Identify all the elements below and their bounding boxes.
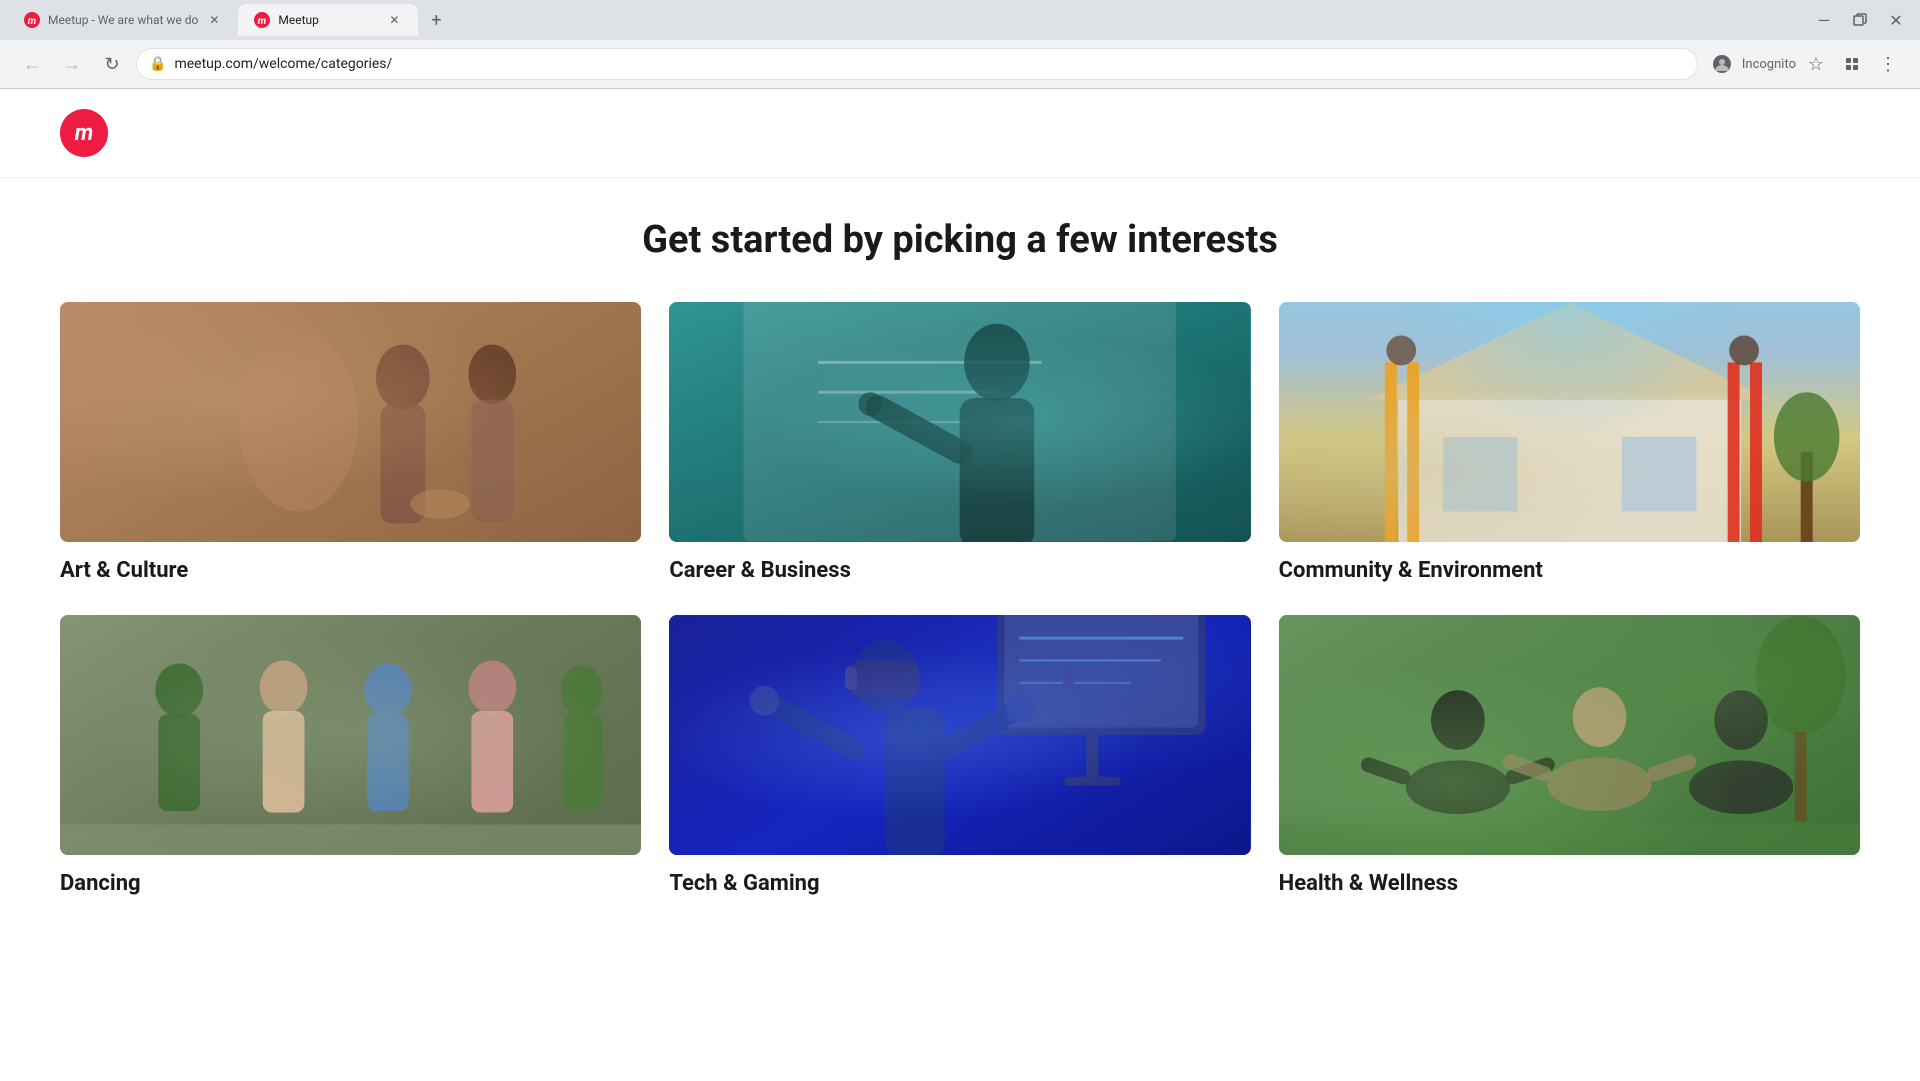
category-card-community-environment[interactable]: Community & Environment: [1279, 302, 1860, 587]
browser-chrome: m Meetup - We are what we do ✕ m Meetup …: [0, 0, 1920, 89]
health-wellness-image-bg: [1279, 615, 1860, 855]
category-label-career-business: Career & Business: [669, 554, 1250, 587]
menu-icon: ⋮: [1879, 54, 1897, 75]
back-icon: ←: [23, 54, 41, 75]
category-image-art-culture: [60, 302, 641, 542]
refresh-button[interactable]: ↻: [96, 48, 128, 80]
dancing-image-bg: [60, 615, 641, 855]
new-tab-button[interactable]: +: [422, 6, 450, 34]
forward-icon: →: [63, 54, 81, 75]
url-text: meetup.com/welcome/categories/: [174, 56, 1684, 72]
address-bar[interactable]: 🔒 meetup.com/welcome/categories/: [136, 48, 1698, 80]
tab-close-1[interactable]: ✕: [206, 12, 222, 28]
main-content: Get started by picking a few interests: [0, 178, 1920, 930]
category-label-dancing: Dancing: [60, 867, 641, 900]
site-header: m: [0, 89, 1920, 178]
restore-button[interactable]: [1844, 4, 1876, 36]
category-image-tech-gaming: [669, 615, 1250, 855]
page-heading: Get started by picking a few interests: [60, 218, 1860, 262]
category-image-dancing: [60, 615, 641, 855]
incognito-profile-button[interactable]: [1706, 48, 1738, 80]
category-label-community-environment: Community & Environment: [1279, 554, 1860, 587]
extensions-button[interactable]: [1836, 48, 1868, 80]
nav-bar: ← → ↻ 🔒 meetup.com/welcome/categories/ I…: [0, 40, 1920, 88]
page-content: m Get started by picking a few interests: [0, 89, 1920, 1081]
community-environment-image-bg: [1279, 302, 1860, 542]
close-button[interactable]: ✕: [1880, 4, 1912, 36]
category-label-art-culture: Art & Culture: [60, 554, 641, 587]
category-card-art-culture[interactable]: Art & Culture: [60, 302, 641, 587]
art-culture-image-bg: [60, 302, 641, 542]
tab-close-2[interactable]: ✕: [386, 12, 402, 28]
category-image-career-business: [669, 302, 1250, 542]
bookmark-button[interactable]: ☆: [1800, 48, 1832, 80]
tab-meetup-1[interactable]: m Meetup - We are what we do ✕: [8, 4, 238, 36]
category-card-tech-gaming[interactable]: Tech & Gaming: [669, 615, 1250, 900]
tech-gaming-image-bg: [669, 615, 1250, 855]
logo-icon: m: [60, 109, 108, 157]
window-controls: — ✕: [1808, 4, 1912, 36]
bookmark-icon: ☆: [1808, 54, 1824, 75]
category-label-health-wellness: Health & Wellness: [1279, 867, 1860, 900]
categories-grid: Art & Culture: [60, 302, 1860, 900]
menu-button[interactable]: ⋮: [1872, 48, 1904, 80]
meetup-logo[interactable]: m: [60, 109, 1860, 157]
lock-icon: 🔒: [149, 56, 166, 72]
title-bar: m Meetup - We are what we do ✕ m Meetup …: [0, 0, 1920, 40]
nav-right-icons: Incognito ☆ ⋮: [1706, 48, 1904, 80]
tab-title-2: Meetup: [278, 13, 378, 27]
category-image-community-environment: [1279, 302, 1860, 542]
tab-meetup-2[interactable]: m Meetup ✕: [238, 4, 418, 36]
incognito-label: Incognito: [1742, 57, 1796, 72]
category-image-health-wellness: [1279, 615, 1860, 855]
svg-text:m: m: [28, 16, 36, 27]
category-label-tech-gaming: Tech & Gaming: [669, 867, 1250, 900]
tab-favicon-1: m: [24, 12, 40, 28]
minimize-button[interactable]: —: [1808, 4, 1840, 36]
forward-button[interactable]: →: [56, 48, 88, 80]
category-card-health-wellness[interactable]: Health & Wellness: [1279, 615, 1860, 900]
category-card-dancing[interactable]: Dancing: [60, 615, 641, 900]
refresh-icon: ↻: [104, 54, 119, 75]
tab-title-1: Meetup - We are what we do: [48, 13, 198, 27]
career-business-image-bg: [669, 302, 1250, 542]
back-button[interactable]: ←: [16, 48, 48, 80]
svg-text:m: m: [258, 16, 266, 27]
category-card-career-business[interactable]: Career & Business: [669, 302, 1250, 587]
tab-favicon-2: m: [254, 12, 270, 28]
